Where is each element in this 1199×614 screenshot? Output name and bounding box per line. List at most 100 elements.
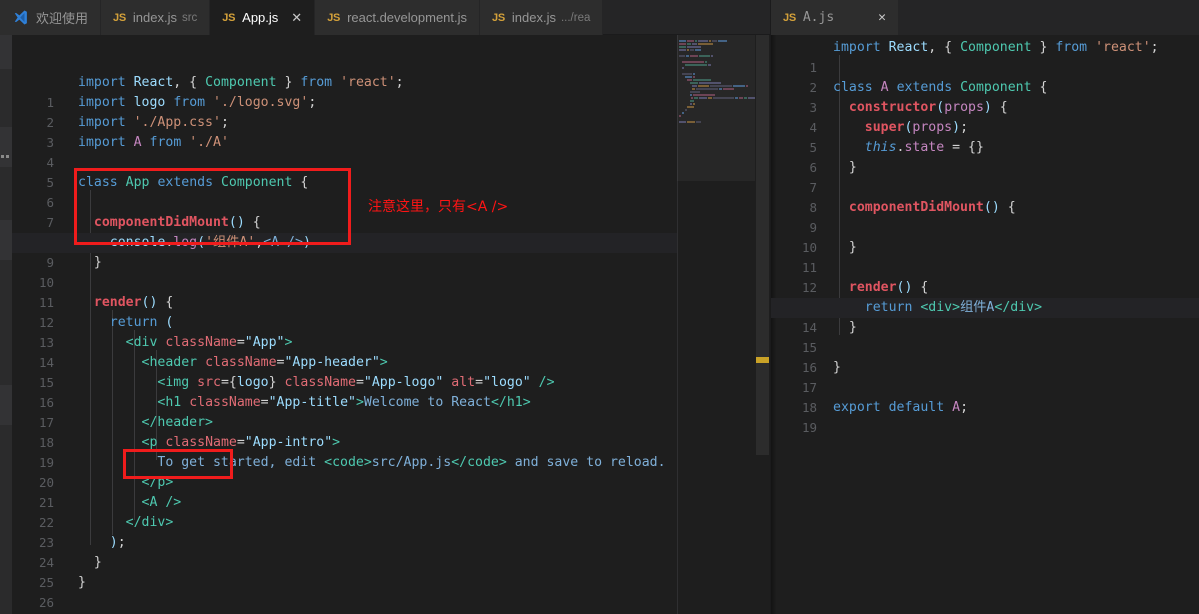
tab-welcome[interactable]: 欢迎使用 (0, 0, 102, 35)
line-content: render() { (848, 280, 929, 295)
line-content: To get started, edit <code>src/App.js</c… (157, 455, 666, 470)
tab-label: App.js (242, 10, 279, 25)
code-line[interactable]: 23 </div> (12, 513, 770, 550)
code-line[interactable]: 16 <img src={logo} className="App-logo" … (12, 373, 770, 410)
tab-description: .../rea (560, 11, 591, 24)
line-content: } (833, 360, 841, 375)
code-lines-left[interactable]: 1 import React, { Component } from 'reac… (12, 35, 770, 614)
tab-index-js-src[interactable]: JS index.js src (101, 0, 211, 35)
line-content: } (833, 240, 857, 255)
line-content: return ( (109, 315, 174, 330)
drag-handle-dots-icon (1, 155, 11, 159)
code-line[interactable]: 5 super(props); (771, 118, 1199, 155)
js-file-icon: JS (783, 11, 796, 24)
code-line[interactable]: 12 (771, 258, 1199, 295)
code-line[interactable]: 19 <p className="App-intro"> (12, 433, 770, 470)
code-line[interactable]: 11 (12, 273, 770, 310)
line-content: <div className="App"> (125, 335, 293, 350)
scrollbar-thumb[interactable] (756, 35, 769, 455)
code-line[interactable]: 9 console.log('组件A',<A />) (12, 233, 770, 270)
code-line[interactable]: 7 } (771, 158, 1199, 195)
code-line[interactable]: 20 To get started, edit <code>src/App.js… (12, 453, 770, 490)
tab-react-development-js[interactable]: JS react.development.js (315, 0, 481, 35)
line-content: <h1 className="App-title">Welcome to Rea… (157, 395, 531, 410)
code-line[interactable]: 11 } (771, 238, 1199, 275)
activity-bar-strip[interactable] (0, 35, 12, 614)
code-line[interactable]: 6 this.state = {} (771, 138, 1199, 175)
code-line[interactable]: 15 } (771, 318, 1199, 355)
code-line[interactable]: 17 <h1 className="App-title">Welcome to … (12, 393, 770, 430)
tab-label: index.js (511, 10, 556, 25)
line-content: </header> (141, 415, 213, 430)
line-content: return <div>组件A</div> (864, 300, 1043, 315)
code-line[interactable]: 17 } (771, 358, 1199, 395)
editor-pane-app-js[interactable]: 1 import React, { Component } from 'reac… (12, 35, 770, 614)
tab-a-js[interactable]: JS A.js ✕ (771, 0, 899, 35)
vertical-scrollbar-left[interactable] (755, 35, 770, 614)
line-content: <p className="App-intro"> (141, 435, 341, 450)
code-line[interactable]: 14 return <div>组件A</div> (771, 298, 1199, 335)
line-content: super(props); (864, 120, 969, 135)
code-line[interactable]: 10 } (12, 253, 770, 290)
code-line[interactable]: 3 import './App.css'; (12, 113, 770, 150)
code-line[interactable]: 2 import logo from './logo.svg'; (12, 93, 770, 130)
code-line[interactable]: 26 } (12, 573, 770, 610)
code-line[interactable]: 19 export default A; (771, 398, 1199, 435)
code-line[interactable]: 18 </header> (12, 413, 770, 450)
code-line[interactable]: 16 (771, 338, 1199, 375)
line-content: constructor(props) { (848, 100, 1008, 115)
code-line[interactable]: 5 (12, 153, 770, 190)
editor-pane-a-js[interactable]: 1 import React, { Component } from 'reac… (770, 35, 1199, 614)
line-content: class App extends Component { (78, 175, 309, 190)
code-line[interactable]: 25 } (12, 553, 770, 590)
code-line[interactable]: 13 render() { (771, 278, 1199, 315)
code-line[interactable]: 24 ); (12, 533, 770, 570)
code-line[interactable]: 15 <header className="App-header"> (12, 353, 770, 390)
code-line[interactable]: 13 return ( (12, 313, 770, 350)
tab-app-js[interactable]: JS App.js ✕ (210, 0, 316, 35)
code-line[interactable]: 12 render() { (12, 293, 770, 330)
code-line[interactable]: 8 componentDidMount() { (12, 213, 770, 250)
editor-body: 1 import React, { Component } from 'reac… (0, 35, 1199, 614)
line-content: } (78, 575, 86, 590)
line-content: import React, { Component } from 'react'… (78, 75, 404, 90)
line-content: export default A; (833, 400, 969, 415)
tab-label: index.js (132, 10, 177, 25)
line-content: } (833, 320, 857, 335)
code-line[interactable]: 27 (12, 593, 770, 613)
tab-label: react.development.js (347, 10, 468, 25)
line-content: componentDidMount() { (848, 200, 1016, 215)
code-line[interactable]: 2 (771, 58, 1199, 95)
code-lines-right[interactable]: 1 import React, { Component } from 'reac… (771, 35, 1199, 614)
code-line[interactable]: 21 </p> (12, 473, 770, 510)
minimap-left[interactable] (677, 35, 755, 614)
js-file-icon: JS (222, 11, 236, 24)
tab-label: A.js (802, 10, 835, 25)
annotation-text-note: 注意这里，只有<A /> (368, 199, 509, 215)
close-icon[interactable]: ✕ (291, 11, 302, 24)
code-line[interactable]: 1 import React, { Component } from 'reac… (771, 38, 1199, 75)
code-line[interactable]: 8 (771, 178, 1199, 215)
code-line[interactable]: 9 componentDidMount() { (771, 198, 1199, 235)
vscode-logo-icon (12, 9, 29, 26)
tab-index-js-react[interactable]: JS index.js .../rea (480, 0, 604, 35)
code-line[interactable]: 4 constructor(props) { (771, 98, 1199, 135)
line-content: componentDidMount() { (93, 215, 261, 230)
code-line[interactable]: 3 class A extends Component { (771, 78, 1199, 115)
line-content: this.state = {} (864, 140, 984, 155)
line-content: } (78, 555, 102, 570)
code-line[interactable]: 10 (771, 218, 1199, 255)
code-line[interactable]: 1 import React, { Component } from 'reac… (12, 73, 770, 110)
line-content: import logo from './logo.svg'; (78, 95, 317, 110)
line-content: class A extends Component { (833, 80, 1048, 95)
editor-tab-bar-right: JS A.js ✕ (770, 0, 1199, 35)
code-line[interactable]: 14 <div className="App"> (12, 333, 770, 370)
vscode-window: 欢迎使用 JS index.js src JS App.js ✕ JS reac… (0, 0, 1199, 614)
minimap-line (677, 123, 755, 126)
close-icon[interactable]: ✕ (878, 11, 886, 24)
code-line[interactable]: 4 import A from './A' (12, 133, 770, 170)
line-content: <img src={logo} className="App-logo" alt… (157, 375, 555, 390)
code-line[interactable]: 6 class App extends Component { (12, 173, 770, 210)
code-line[interactable]: 22 <A /> (12, 493, 770, 530)
code-line[interactable]: 18 (771, 378, 1199, 415)
